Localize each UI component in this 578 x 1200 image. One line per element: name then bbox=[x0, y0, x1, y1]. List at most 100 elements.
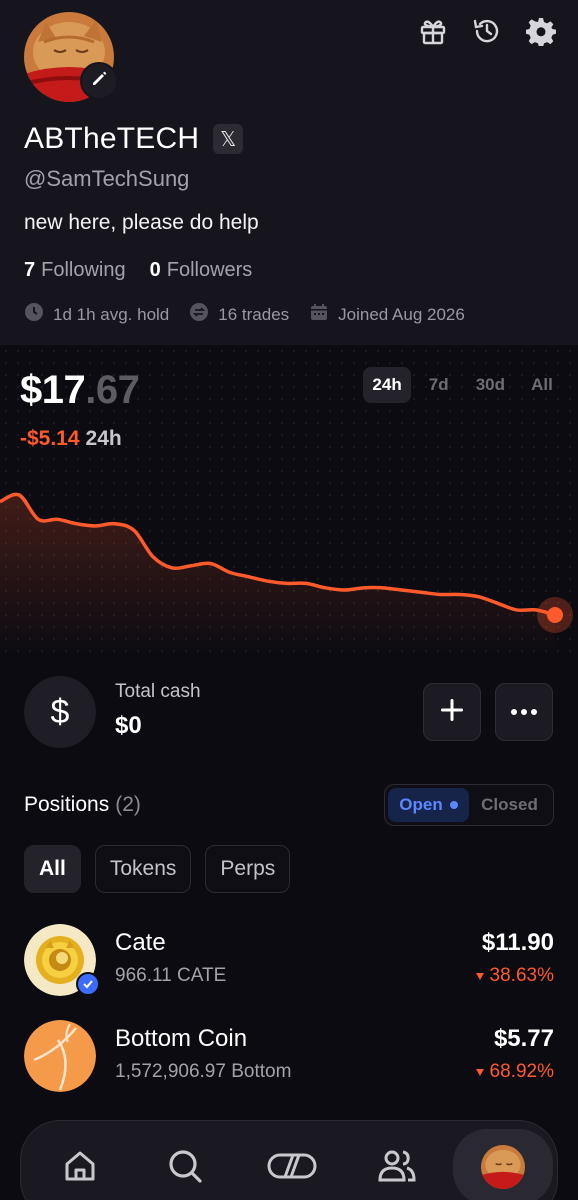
chart-point bbox=[133, 529, 135, 531]
chart-point bbox=[420, 591, 422, 593]
more-icon bbox=[510, 703, 538, 721]
trades-text: 16 trades bbox=[218, 304, 290, 324]
chart-point bbox=[286, 582, 288, 584]
chart-point bbox=[56, 518, 58, 520]
balance-cents: .67 bbox=[85, 368, 140, 412]
range-7d[interactable]: 7d bbox=[417, 367, 461, 403]
profile-header: ABTheTECH 𝕏 @SamTechSung new here, pleas… bbox=[0, 0, 578, 345]
position-name: Bottom Coin bbox=[115, 1025, 248, 1052]
gift-icon[interactable] bbox=[416, 14, 450, 48]
chart-point bbox=[18, 494, 20, 496]
position-change-value: 38.63% bbox=[489, 965, 554, 986]
followers-link[interactable]: 0 Followers bbox=[150, 259, 253, 282]
range-selector: 24h 7d 30d All bbox=[363, 367, 564, 403]
user-handle: @SamTechSung bbox=[24, 166, 190, 191]
chart-point bbox=[95, 525, 97, 527]
chart-point bbox=[497, 602, 499, 604]
positions-count: (2) bbox=[115, 793, 141, 816]
bottom-coin-token-icon bbox=[24, 1020, 96, 1092]
more-options-button[interactable] bbox=[495, 683, 553, 741]
trades-stat: 16 trades bbox=[189, 302, 289, 327]
range-24h[interactable]: 24h bbox=[363, 367, 411, 403]
position-row-bottom-coin[interactable]: Bottom Coin 1,572,906.97 Bottom $5.77 68… bbox=[24, 1020, 554, 1092]
settings-icon[interactable] bbox=[524, 14, 558, 48]
chart-point bbox=[171, 567, 173, 569]
avg-hold-text: 1d 1h avg. hold bbox=[53, 304, 170, 324]
joined-text: Joined Aug 2026 bbox=[338, 304, 465, 324]
home-icon[interactable] bbox=[50, 1141, 110, 1191]
chart-point bbox=[229, 571, 231, 573]
followers-label: Followers bbox=[166, 259, 253, 281]
avg-hold-stat: 1d 1h avg. hold bbox=[24, 302, 169, 327]
filter-perps[interactable]: Perps bbox=[205, 845, 291, 893]
trade-icon[interactable] bbox=[262, 1141, 322, 1191]
positions-title: Positions bbox=[24, 793, 110, 816]
position-change: 38.63% bbox=[475, 965, 554, 987]
position-change-value: 68.92% bbox=[489, 1061, 554, 1082]
chart-point bbox=[401, 589, 403, 591]
dollar-icon: $ bbox=[24, 676, 96, 748]
chart-area-fill bbox=[0, 494, 555, 655]
change-value: -$5.14 bbox=[20, 427, 80, 450]
cash-value: $0 bbox=[115, 712, 142, 739]
balance-whole: $17 bbox=[20, 368, 86, 412]
position-amount: 1,572,906.97 Bottom bbox=[115, 1061, 292, 1082]
chart-point bbox=[305, 582, 307, 584]
chart-point bbox=[477, 596, 479, 598]
pencil-icon bbox=[90, 70, 108, 93]
verified-icon bbox=[76, 972, 100, 996]
portfolio-section: $17.67 -$5.14 24h 24h 7d 30d All bbox=[0, 345, 578, 655]
change-period: 24h bbox=[85, 427, 122, 450]
cash-section: $ Total cash $0 bbox=[24, 676, 554, 748]
down-triangle-icon bbox=[475, 1068, 484, 1076]
position-name: Cate bbox=[115, 929, 166, 956]
chart-point bbox=[535, 609, 537, 611]
clock-icon bbox=[24, 302, 44, 327]
chart-point bbox=[76, 523, 78, 525]
position-value: $5.77 bbox=[493, 1025, 554, 1052]
filter-all[interactable]: All bbox=[24, 845, 81, 893]
calendar-icon bbox=[309, 302, 329, 327]
swap-icon bbox=[189, 302, 209, 327]
chart-point bbox=[190, 565, 192, 567]
tab-open[interactable]: Open bbox=[388, 788, 469, 822]
chart-point bbox=[37, 518, 39, 520]
plus-icon bbox=[439, 697, 465, 728]
chart-point bbox=[267, 580, 269, 582]
x-link-icon[interactable]: 𝕏 bbox=[213, 124, 244, 154]
add-cash-button[interactable] bbox=[423, 683, 481, 741]
profile-avatar[interactable] bbox=[481, 1145, 525, 1189]
bottom-nav bbox=[20, 1120, 558, 1200]
range-30d[interactable]: 30d bbox=[467, 367, 514, 403]
chart-point bbox=[152, 556, 154, 558]
following-link[interactable]: 7 Following bbox=[24, 259, 126, 282]
chart-point bbox=[382, 587, 384, 589]
user-bio: new here, please do help bbox=[24, 211, 259, 234]
active-dot-icon bbox=[449, 801, 458, 809]
social-icon[interactable] bbox=[367, 1141, 427, 1191]
chart-point bbox=[458, 593, 460, 595]
filter-tokens[interactable]: Tokens bbox=[94, 845, 192, 893]
display-name: ABTheTECH bbox=[24, 122, 200, 155]
following-count: 7 bbox=[24, 259, 36, 281]
joined-stat: Joined Aug 2026 bbox=[309, 302, 465, 327]
chart-current-point bbox=[547, 607, 563, 623]
portfolio-balance: $17.67 bbox=[20, 368, 140, 413]
chart-point bbox=[439, 593, 441, 595]
chart-point bbox=[363, 587, 365, 589]
followers-count: 0 bbox=[149, 259, 161, 281]
tab-closed[interactable]: Closed bbox=[469, 788, 550, 822]
position-filters: All Tokens Perps bbox=[24, 845, 291, 893]
search-icon[interactable] bbox=[155, 1141, 215, 1191]
position-amount: 966.11 CATE bbox=[115, 965, 227, 986]
following-label: Following bbox=[41, 259, 126, 281]
portfolio-chart[interactable] bbox=[0, 475, 578, 655]
position-row-cate[interactable]: Cate 966.11 CATE $11.90 38.63% bbox=[24, 924, 554, 996]
history-icon[interactable] bbox=[470, 14, 504, 48]
chart-point bbox=[248, 576, 250, 578]
edit-avatar-button[interactable] bbox=[80, 62, 118, 100]
down-triangle-icon bbox=[475, 972, 484, 980]
range-all[interactable]: All bbox=[520, 367, 564, 403]
position-change: 68.92% bbox=[475, 1061, 554, 1083]
chart-point bbox=[516, 609, 518, 611]
